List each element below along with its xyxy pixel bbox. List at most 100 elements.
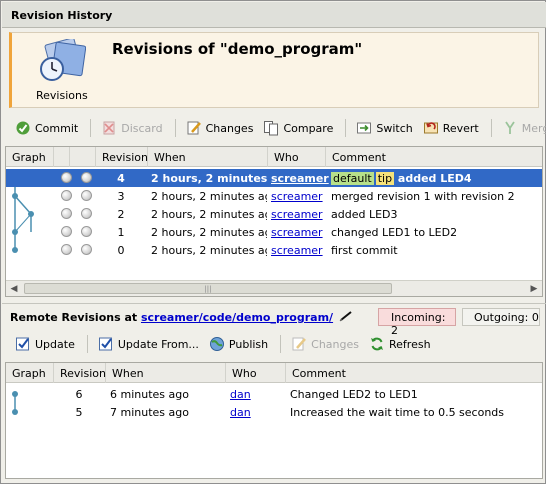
revision-comment-cell: default tip added LED4 xyxy=(331,172,472,185)
column-who[interactable]: Who xyxy=(226,363,286,383)
revision-when: 2 hours, 2 minutes ago xyxy=(151,244,267,257)
revision-number: 1 xyxy=(117,226,125,239)
scrollbar-thumb[interactable]: ||| xyxy=(24,283,392,294)
revision-row-radio-icon[interactable] xyxy=(61,226,72,237)
page-title: Revisions of "demo_program" xyxy=(112,40,363,58)
update-from-check-icon xyxy=(98,337,112,351)
revision-author-link[interactable]: dan xyxy=(230,406,251,419)
revision-comment: Increased the wait time to 0.5 seconds xyxy=(290,406,505,419)
remote-table-header: Graph Revision When Who Comment xyxy=(6,363,542,383)
merge-label: Merge xyxy=(521,121,546,135)
revert-label: Revert xyxy=(442,121,479,135)
revision-row[interactable]: 2 2 hours, 2 minutes ago screamer added … xyxy=(6,205,542,223)
column-comment[interactable]: Comment xyxy=(326,147,542,167)
revision-when: 2 hours, 2 minutes ago xyxy=(151,226,267,239)
toolbar-divider xyxy=(86,335,88,353)
update-button[interactable]: Update xyxy=(11,333,79,355)
revisions-folder-clock-icon xyxy=(38,37,87,83)
revision-author-link[interactable]: dan xyxy=(230,388,251,401)
revision-row-radio-icon[interactable] xyxy=(61,244,72,255)
switch-button[interactable]: Switch xyxy=(352,117,416,139)
revision-row-radio-icon[interactable] xyxy=(61,172,72,183)
revision-number: 6 xyxy=(75,388,83,401)
column-graph[interactable]: Graph xyxy=(6,363,54,383)
commit-icon xyxy=(16,121,30,135)
revision-comment: Changed LED2 to LED1 xyxy=(290,388,418,401)
revision-row-radio-icon[interactable] xyxy=(81,226,92,237)
remote-changes-button[interactable]: Changes xyxy=(287,333,363,355)
revision-when: 2 hours, 2 minutes ago xyxy=(151,190,267,203)
revision-row[interactable]: 1 2 hours, 2 minutes ago screamer change… xyxy=(6,223,542,241)
pencil-document-icon xyxy=(292,337,307,351)
revision-comment: added LED3 xyxy=(331,208,398,221)
column-blank-1 xyxy=(54,147,70,167)
revision-author-link[interactable]: screamer xyxy=(271,244,323,257)
revision-comment: changed LED1 to LED2 xyxy=(331,226,458,239)
revision-comment: merged revision 1 with revision 2 xyxy=(331,190,515,203)
column-when[interactable]: When xyxy=(148,147,268,167)
revision-author-link[interactable]: screamer xyxy=(271,226,323,239)
revision-row-radio-icon[interactable] xyxy=(81,172,92,183)
revision-row-radio-icon[interactable] xyxy=(81,208,92,219)
edit-pencil-icon[interactable] xyxy=(339,310,355,322)
column-graph[interactable]: Graph xyxy=(6,147,54,167)
publish-button[interactable]: Publish xyxy=(205,333,272,355)
merge-icon xyxy=(505,121,515,134)
commit-label: Commit xyxy=(35,121,79,135)
toolbar-divider xyxy=(90,119,92,137)
discard-label: Discard xyxy=(121,121,163,135)
revision-row-radio-icon[interactable] xyxy=(61,208,72,219)
scroll-left-arrow-icon[interactable]: ◀ xyxy=(6,281,22,296)
revision-row[interactable]: 3 2 hours, 2 minutes ago screamer merged… xyxy=(6,187,542,205)
revision-row-radio-icon[interactable] xyxy=(81,244,92,255)
revisions-table: Graph Revision When Who Comment 4 2 hour… xyxy=(5,146,543,297)
update-from-button[interactable]: Update From... xyxy=(94,333,203,355)
toolbar-divider xyxy=(174,119,176,137)
changes-button[interactable]: Changes xyxy=(182,117,258,139)
column-revision[interactable]: Revision xyxy=(96,147,148,167)
discard-icon xyxy=(103,121,115,135)
revert-button[interactable]: Revert xyxy=(419,117,483,139)
compare-documents-icon xyxy=(264,121,279,136)
compare-button[interactable]: Compare xyxy=(259,117,337,139)
revision-row[interactable]: 0 2 hours, 2 minutes ago screamer first … xyxy=(6,241,542,259)
switch-label: Switch xyxy=(376,121,413,135)
header-panel: Revisions Revisions of "demo_program" xyxy=(9,32,539,108)
merge-button[interactable]: Merge xyxy=(498,117,546,139)
revision-when: 2 hours, 2 minutes ago xyxy=(151,208,267,221)
remote-revision-row[interactable]: 6 6 minutes ago dan Changed LED2 to LED1 xyxy=(6,385,542,403)
revision-comment: first commit xyxy=(331,244,398,257)
remote-path-link[interactable]: screamer/code/demo_program/ xyxy=(141,311,333,324)
update-from-label: Update From... xyxy=(117,337,199,351)
refresh-button[interactable]: Refresh xyxy=(365,333,435,355)
revision-history-window: Revision History Revisions Revisions of … xyxy=(0,0,546,484)
commit-button[interactable]: Commit xyxy=(11,117,82,139)
scroll-right-arrow-icon[interactable]: ▶ xyxy=(526,281,542,296)
remote-revision-row[interactable]: 5 7 minutes ago dan Increased the wait t… xyxy=(6,403,542,421)
revision-row[interactable]: 4 2 hours, 2 minutes ago screamer defaul… xyxy=(6,169,542,187)
column-comment[interactable]: Comment xyxy=(286,363,542,383)
column-revision[interactable]: Revision xyxy=(54,363,106,383)
column-when[interactable]: When xyxy=(106,363,226,383)
revisions-icon-label: Revisions xyxy=(36,89,88,102)
changes-label: Changes xyxy=(205,121,254,135)
branch-tag-tip: tip xyxy=(375,172,395,185)
revert-icon xyxy=(423,122,438,134)
revision-author-link[interactable]: screamer xyxy=(271,172,329,185)
revision-row-radio-icon[interactable] xyxy=(81,190,92,201)
outgoing-count-badge[interactable]: Outgoing: 0 xyxy=(462,308,540,326)
revision-author-link[interactable]: screamer xyxy=(271,190,323,203)
revision-row-radio-icon[interactable] xyxy=(61,190,72,201)
revision-number: 5 xyxy=(75,406,83,419)
column-who[interactable]: Who xyxy=(268,147,326,167)
revision-number: 4 xyxy=(117,172,125,185)
revision-author-link[interactable]: screamer xyxy=(271,208,323,221)
pencil-document-icon xyxy=(187,121,201,135)
toolbar-divider xyxy=(490,119,492,137)
column-blank-2 xyxy=(70,147,96,167)
remote-revisions-bar: Remote Revisions at screamer/code/demo_p… xyxy=(2,303,546,337)
switch-icon xyxy=(357,122,372,134)
revisions-horizontal-scrollbar[interactable]: ◀ ||| ▶ xyxy=(6,280,542,296)
discard-button[interactable]: Discard xyxy=(97,117,166,139)
incoming-count-badge[interactable]: Incoming: 2 xyxy=(378,308,456,337)
